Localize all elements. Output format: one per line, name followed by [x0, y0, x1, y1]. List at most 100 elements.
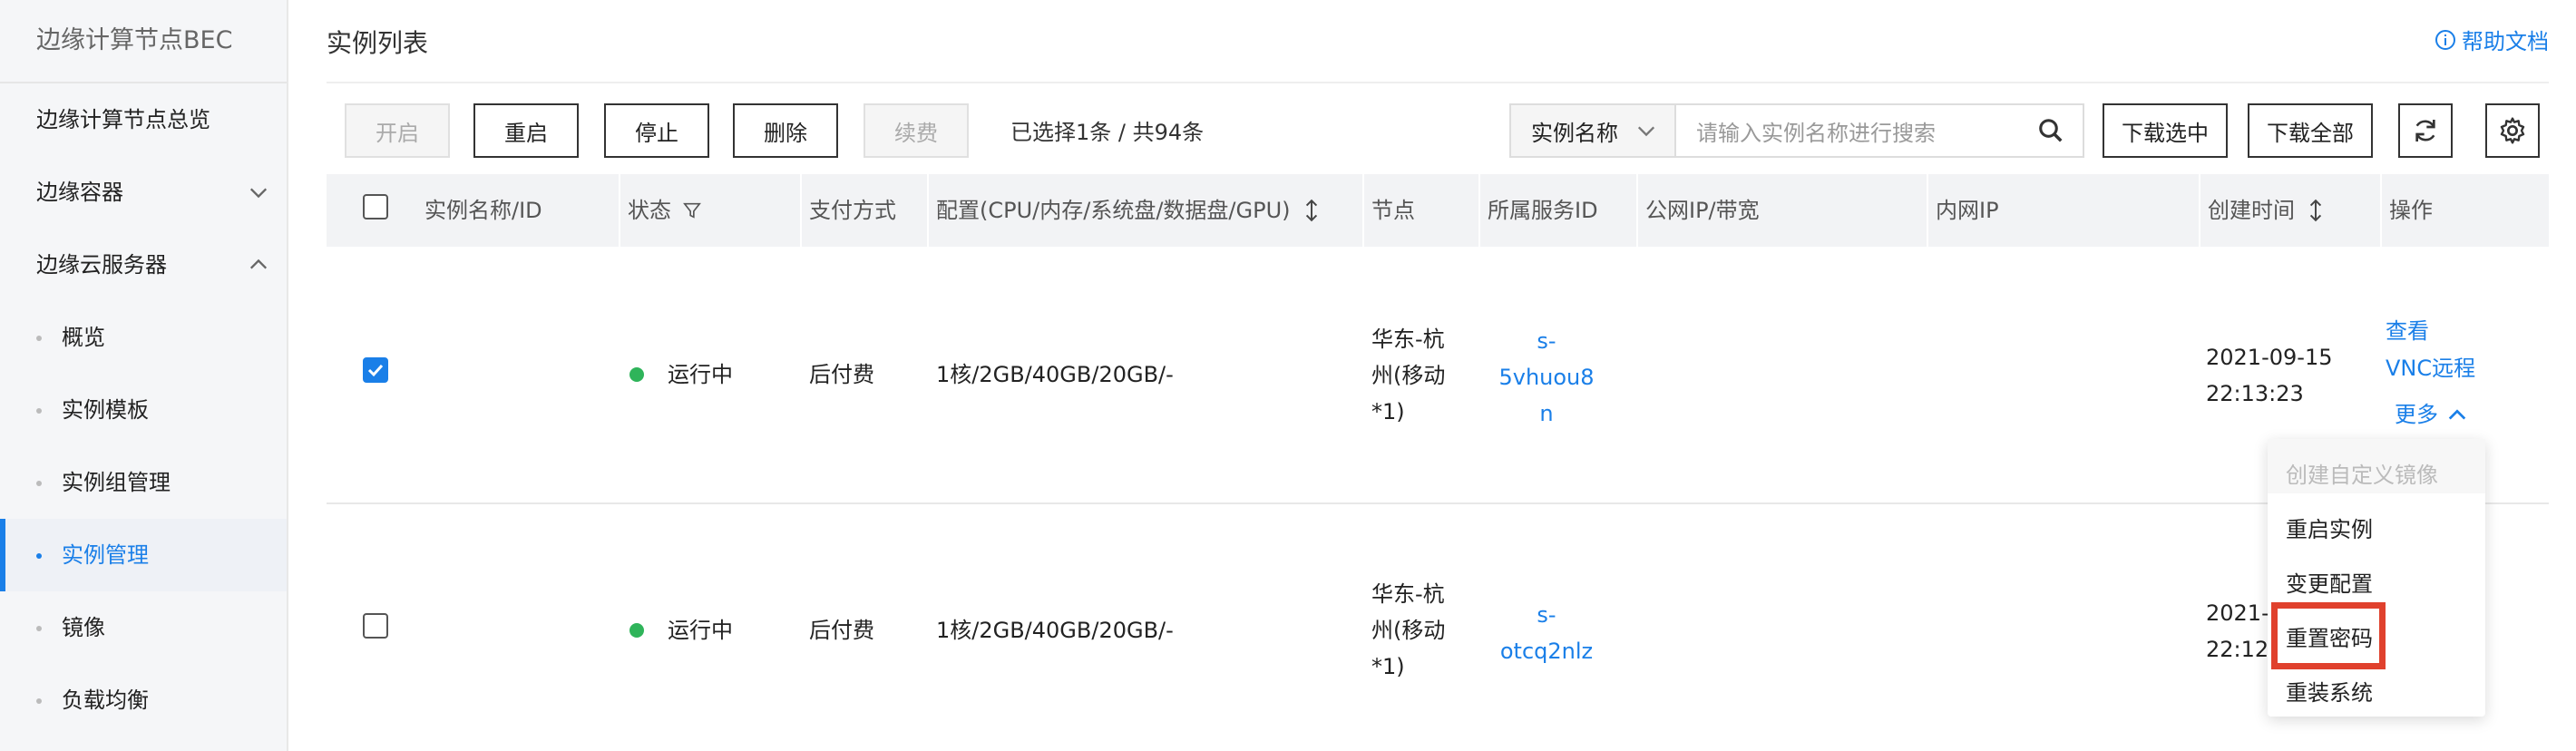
service-id-line: n	[1539, 401, 1554, 426]
col-service-id: 所属服务ID	[1478, 174, 1598, 247]
node-line: 州(移动	[1371, 363, 1446, 388]
more-actions-menu: 创建自定义镜像 重启实例 变更配置 重置密码 重装系统	[2268, 439, 2485, 717]
payment-cell: 后付费	[809, 618, 874, 643]
sidebar-item-edge-cloud-server[interactable]: 边缘云服务器	[0, 229, 287, 301]
sidebar-item-overview[interactable]: 边缘计算节点总览	[0, 83, 287, 156]
created-time-cell: 2021-09-15 22:13:23	[2206, 339, 2332, 412]
sidebar-subitem-load-balancer[interactable]: 负载均衡	[0, 664, 287, 736]
info-icon	[2435, 29, 2455, 50]
selection-info: 已选择1条 / 共94条	[1010, 120, 1205, 145]
sidebar-subitem-instance-template[interactable]: 实例模板	[0, 374, 287, 446]
col-service-id-label: 所属服务ID	[1488, 198, 1598, 223]
status-cell: 运行中	[629, 612, 733, 649]
col-created-time-label: 创建时间	[2208, 198, 2295, 223]
refresh-icon	[2415, 120, 2435, 141]
column-separator	[800, 174, 802, 247]
bullet-icon	[36, 553, 42, 559]
column-separator	[1927, 174, 1928, 247]
service-id-link[interactable]: s- otcq2nlz	[1488, 597, 1605, 669]
service-id-line: s-	[1537, 602, 1556, 628]
service-id-line: s-	[1537, 328, 1556, 354]
col-node-label: 节点	[1371, 198, 1415, 223]
column-separator	[1636, 174, 1638, 247]
bullet-icon	[36, 626, 42, 631]
menu-item-restart-instance[interactable]: 重启实例	[2286, 512, 2373, 543]
payment-cell: 后付费	[809, 362, 874, 387]
sort-icon[interactable]	[2306, 199, 2326, 222]
sidebar-item-label: 边缘云服务器	[36, 252, 167, 278]
row-checkbox[interactable]	[363, 613, 388, 639]
gear-icon	[2500, 117, 2525, 144]
table-header: 实例名称/ID 状态 支付方式 配置(CPU/内存/系统盘/数据盘/GPU) 节…	[327, 174, 2549, 247]
sidebar-subitem-instance-group[interactable]: 实例组管理	[0, 446, 287, 519]
check-icon	[367, 364, 384, 377]
col-config: 配置(CPU/内存/系统盘/数据盘/GPU)	[927, 174, 1322, 247]
select-all-checkbox[interactable]	[363, 194, 388, 219]
bullet-icon	[36, 698, 42, 704]
sidebar-subitem-label: 实例管理	[62, 542, 149, 568]
node-line: 华东-杭	[1371, 581, 1445, 607]
col-config-label: 配置(CPU/内存/系统盘/数据盘/GPU)	[936, 198, 1291, 223]
more-label: 更多	[2395, 402, 2438, 427]
sidebar-item-edge-container[interactable]: 边缘容器	[0, 156, 287, 229]
search-field-label: 实例名称	[1531, 120, 1618, 146]
row-checkbox[interactable]	[363, 357, 388, 383]
status-dot-icon	[629, 367, 644, 382]
settings-button[interactable]	[2485, 103, 2540, 158]
search-field-select[interactable]: 实例名称	[1511, 105, 1676, 156]
node-line: *1)	[1371, 399, 1405, 424]
menu-item-create-custom-image[interactable]: 创建自定义镜像	[2286, 457, 2438, 489]
start-button[interactable]: 开启	[345, 103, 450, 158]
download-selected-button[interactable]: 下载选中	[2103, 103, 2228, 158]
chevron-up-icon	[2448, 409, 2466, 420]
bullet-icon	[36, 408, 42, 414]
search-icon[interactable]	[2037, 117, 2064, 144]
download-all-button[interactable]: 下载全部	[2248, 103, 2373, 158]
column-separator	[2380, 174, 2382, 247]
chevron-up-icon	[249, 258, 268, 269]
sort-icon[interactable]	[1302, 199, 1322, 222]
highlight-box	[2271, 602, 2386, 669]
help-doc-link[interactable]: 帮助文档	[2435, 24, 2549, 55]
service-id-line: otcq2nlz	[1499, 639, 1594, 664]
column-separator	[927, 174, 929, 247]
column-separator	[619, 174, 620, 247]
search-input[interactable]: 请输入实例名称进行搜索	[1676, 115, 2037, 147]
status-dot-icon	[629, 623, 644, 638]
refresh-button[interactable]	[2398, 103, 2453, 158]
created-time: 22:13:23	[2206, 381, 2304, 406]
column-separator	[2199, 174, 2200, 247]
more-actions-toggle[interactable]: 更多	[2395, 396, 2467, 433]
delete-button[interactable]: 删除	[733, 103, 838, 158]
status-text: 运行中	[668, 618, 733, 643]
col-node: 节点	[1362, 174, 1415, 247]
menu-item-reinstall-system[interactable]: 重装系统	[2286, 675, 2373, 707]
sidebar: 边缘计算节点BEC 边缘计算节点总览 边缘容器 边缘云服务器 概览 实例模板 实…	[0, 0, 288, 751]
service-id-link[interactable]: s- 5vhuou8 n	[1488, 323, 1605, 432]
row-divider	[327, 502, 2549, 504]
sidebar-subitem-label: 实例模板	[62, 397, 149, 423]
renew-button[interactable]: 续费	[864, 103, 969, 158]
bullet-icon	[36, 336, 42, 341]
help-doc-label: 帮助文档	[2462, 29, 2549, 54]
view-link[interactable]: 查看	[2386, 313, 2429, 349]
header-divider	[327, 82, 2549, 83]
sidebar-subitem-image[interactable]: 镜像	[0, 591, 287, 664]
column-separator	[1362, 174, 1364, 247]
restart-button[interactable]: 重启	[473, 103, 579, 158]
stop-button[interactable]: 停止	[604, 103, 709, 158]
filter-icon[interactable]	[682, 199, 702, 222]
sidebar-subitem-overview[interactable]: 概览	[0, 301, 287, 374]
sidebar-subitem-instance-management[interactable]: 实例管理	[0, 519, 287, 591]
node-line: *1)	[1371, 654, 1405, 679]
sidebar-subitem-label: 实例组管理	[62, 470, 171, 495]
chevron-down-icon	[1637, 126, 1655, 137]
service-id-line: 5vhuou8	[1498, 365, 1595, 390]
search-box: 实例名称 请输入实例名称进行搜索	[1509, 103, 2084, 158]
menu-item-change-config[interactable]: 变更配置	[2286, 566, 2373, 598]
node-cell: 华东-杭 州(移动 *1)	[1371, 321, 1445, 430]
page-title: 实例列表	[327, 28, 429, 58]
col-actions-label: 操作	[2389, 198, 2433, 223]
col-payment: 支付方式	[800, 174, 896, 247]
vnc-remote-link[interactable]: VNC远程	[2386, 350, 2475, 386]
